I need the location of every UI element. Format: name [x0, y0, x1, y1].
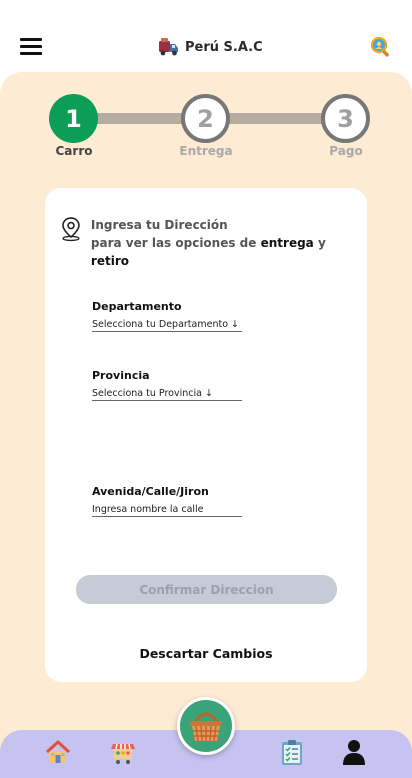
departamento-label: Departamento — [92, 300, 182, 313]
step-1-circle[interactable]: 1 — [49, 94, 98, 143]
step-3-number: 3 — [337, 104, 354, 133]
step-3-label: Pago — [329, 144, 363, 158]
location-pin-icon — [62, 217, 80, 242]
magnifier-icon — [370, 36, 389, 57]
hamburger-menu-icon[interactable] — [20, 38, 42, 56]
discard-changes-button[interactable]: Descartar Cambios — [45, 646, 367, 661]
delivery-truck-icon — [159, 38, 178, 56]
home-icon — [45, 740, 71, 763]
address-prompt-line2: para ver las opciones de entrega y retir… — [90, 236, 326, 268]
checkout-stepper: 1 2 3 Carro Entrega Pago — [0, 92, 412, 162]
address-prompt: Ingresa tu Dirección para ver las opcion… — [59, 216, 367, 270]
step-1-number: 1 — [65, 104, 82, 133]
step-1-label: Carro — [55, 144, 93, 158]
provincia-field: Provincia Selecciona tu Provincia ↓ — [92, 369, 242, 401]
address-panel: Ingresa tu Dirección para ver las opcion… — [45, 188, 367, 682]
calle-field: Avenida/Calle/Jiron Ingresa nombre la ca… — [92, 485, 242, 517]
brand: Perú S.A.C — [158, 36, 263, 58]
basket-button[interactable] — [177, 697, 235, 755]
top-bar: Perú S.A.C — [0, 0, 412, 72]
step-3-circle[interactable]: 3 — [321, 94, 370, 143]
confirm-address-button[interactable]: Confirmar Direccion — [76, 575, 337, 604]
market-stall-icon — [111, 743, 135, 764]
nav-orders[interactable] — [278, 738, 306, 766]
step-2-label: Entrega — [179, 144, 233, 158]
brand-title: Perú S.A.C — [185, 39, 263, 55]
departamento-select[interactable]: Selecciona tu Departamento ↓ — [92, 319, 242, 332]
step-2-circle[interactable]: 2 — [181, 94, 230, 143]
step-connector-1 — [96, 113, 188, 124]
user-icon — [343, 740, 365, 765]
nav-market[interactable] — [109, 738, 137, 766]
calle-label: Avenida/Calle/Jiron — [92, 485, 209, 498]
provincia-label: Provincia — [92, 369, 150, 382]
search-button[interactable] — [370, 36, 392, 58]
calle-input[interactable]: Ingresa nombre la calle — [92, 504, 242, 517]
provincia-select[interactable]: Selecciona tu Provincia ↓ — [92, 388, 242, 401]
basket-icon — [190, 712, 222, 742]
step-2-number: 2 — [197, 104, 214, 133]
step-connector-2 — [228, 113, 326, 124]
nav-home[interactable] — [44, 738, 72, 766]
nav-profile[interactable] — [340, 738, 368, 766]
departamento-field: Departamento Selecciona tu Departamento … — [92, 300, 242, 332]
clipboard-list-icon — [282, 740, 302, 765]
address-prompt-line1: Ingresa tu Dirección — [90, 218, 228, 232]
address-prompt-text: Ingresa tu Dirección para ver las opcion… — [91, 216, 367, 270]
